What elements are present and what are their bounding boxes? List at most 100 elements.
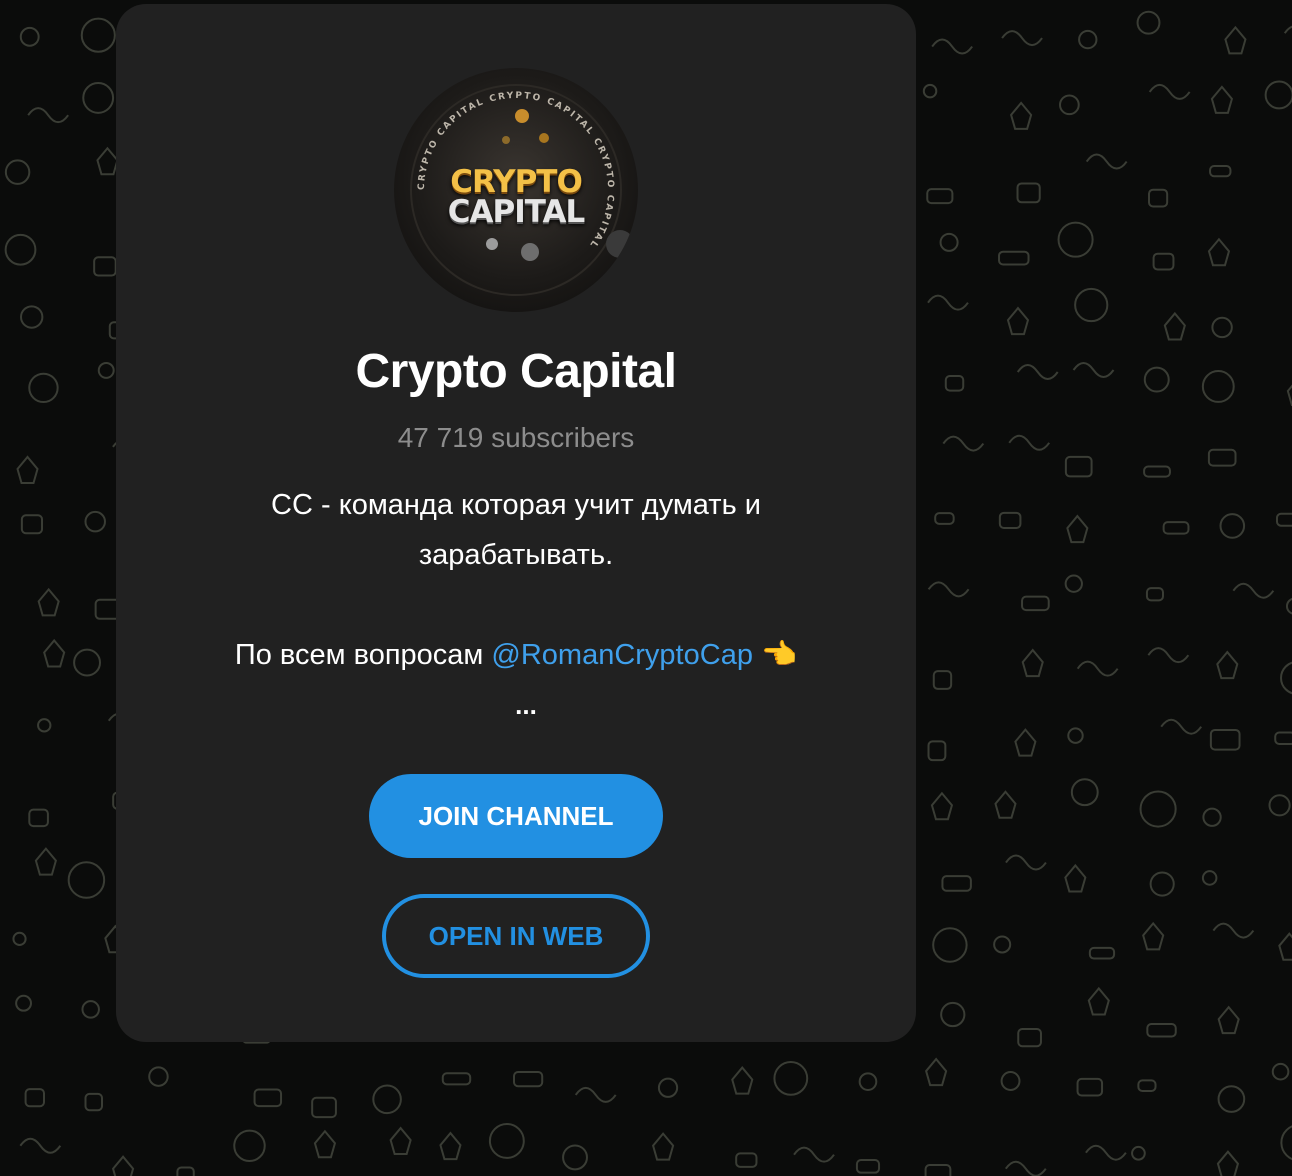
doodle-shape [994,790,1017,819]
description-line: зарабатывать. [418,539,614,571]
doodle-shape [4,159,31,185]
doodle-shape [24,1088,46,1108]
doodle-shape [930,791,954,821]
mention-link[interactable]: @RomanCryptoCap [491,639,753,671]
doodle-shape [80,17,116,53]
doodle-shape [1000,1071,1021,1091]
doodle-shape [84,1092,103,1112]
doodle-shape [927,740,947,762]
doodle-shape [651,1132,675,1161]
doodle-shape [1076,1077,1104,1097]
doodle-shape [941,875,972,892]
doodle-shape [1142,921,1165,951]
doodle-shape [488,1123,525,1159]
doodle-shape [657,1077,679,1098]
coin-icon [606,230,634,258]
doodle-shape [4,233,37,266]
doodle-shape [93,256,117,277]
doodle-shape [1280,1125,1292,1161]
doodle-shape [1216,650,1239,680]
doodle-shape [1004,1160,1047,1176]
doodle-shape [313,1129,337,1159]
doodle-shape [562,1144,588,1171]
doodle-shape [233,1129,266,1163]
coin-icon [539,133,549,143]
doodle-shape [37,718,52,733]
doodle-shape [998,250,1030,266]
doodle-shape [20,514,44,535]
doodle-shape [1143,366,1170,393]
doodle-shape [942,435,985,452]
doodle-shape [1139,790,1177,828]
doodle-shape [16,455,39,484]
doodle-shape [773,1061,809,1096]
description-line: По всем вопросам @RomanCryptoCap 👈 [176,630,856,680]
doodle-shape [1072,362,1115,378]
doodle-shape [1280,661,1292,695]
doodle-shape [1016,364,1059,380]
doodle-shape [73,648,102,677]
doodle-shape [81,1000,100,1019]
doodle-shape [1064,455,1093,478]
doodle-shape [922,83,938,99]
doodle-shape [934,512,955,525]
doodle-shape [939,232,959,252]
doodle-shape [1136,10,1161,35]
doodle-shape [1088,946,1116,960]
doodle-shape [12,931,27,946]
doodle-shape [1067,727,1084,744]
coin-icon [521,243,539,261]
doodle-shape [1207,448,1237,467]
doodle-shape [1274,731,1292,745]
doodle-shape [1271,1062,1290,1081]
doodle-shape [927,294,969,311]
doodle-shape [1202,807,1222,827]
channel-description: CC - команда которая учит думать и зараб… [176,480,856,680]
doodle-shape [1217,1005,1240,1035]
open-in-web-button[interactable]: OPEN IN WEB [382,894,650,978]
doodle-shape [1070,778,1099,807]
doodle-shape [1008,434,1051,451]
doodle-shape [1021,648,1044,678]
doodle-shape [932,670,953,690]
description-line: CC - команда которая учит думать и [271,489,761,521]
doodle-shape [97,361,115,379]
doodle-shape [28,808,49,828]
doodle-shape [574,1086,617,1103]
doodle-shape [1201,870,1218,886]
doodle-shape [1006,306,1030,336]
channel-card: CRYPTO CAPITAL CRYPTO CAPITAL CRYPTO CAP… [116,4,916,1042]
join-channel-button[interactable]: JOIN CHANNEL [369,774,663,858]
doodle-shape [1224,25,1247,55]
coin-icon [515,109,529,123]
doodle-shape [1085,153,1128,170]
doodle-shape [1232,582,1275,599]
coin-icon [502,136,510,144]
subscriber-count: 47 719 subscribers [397,422,635,453]
doodle-shape [1021,595,1050,612]
channel-title: Crypto Capital [355,345,677,398]
doodle-shape [372,1084,402,1115]
doodle-shape [1064,574,1083,593]
doodle-shape [43,638,66,668]
doodle-shape [924,1164,952,1176]
doodle-shape [1212,922,1255,939]
doodle-shape [1148,188,1169,208]
doodle-shape [1148,83,1191,100]
doodle-shape [1078,29,1098,50]
doodle-shape [1143,465,1171,478]
doodle-shape [1001,30,1043,47]
doodle-shape [82,82,115,114]
doodle-shape [84,510,106,533]
doodle-shape [148,1066,169,1087]
doodle-shape [1160,718,1203,735]
doodle-shape [1152,252,1175,271]
doodle-shape [441,1072,472,1086]
doodle-shape [735,1152,758,1168]
doodle-shape [931,38,973,55]
doodle-shape [932,927,968,963]
doodle-shape [793,1146,835,1163]
doodle-shape [998,511,1022,529]
doodle-shape [1074,287,1109,323]
doodle-shape [1147,647,1190,664]
